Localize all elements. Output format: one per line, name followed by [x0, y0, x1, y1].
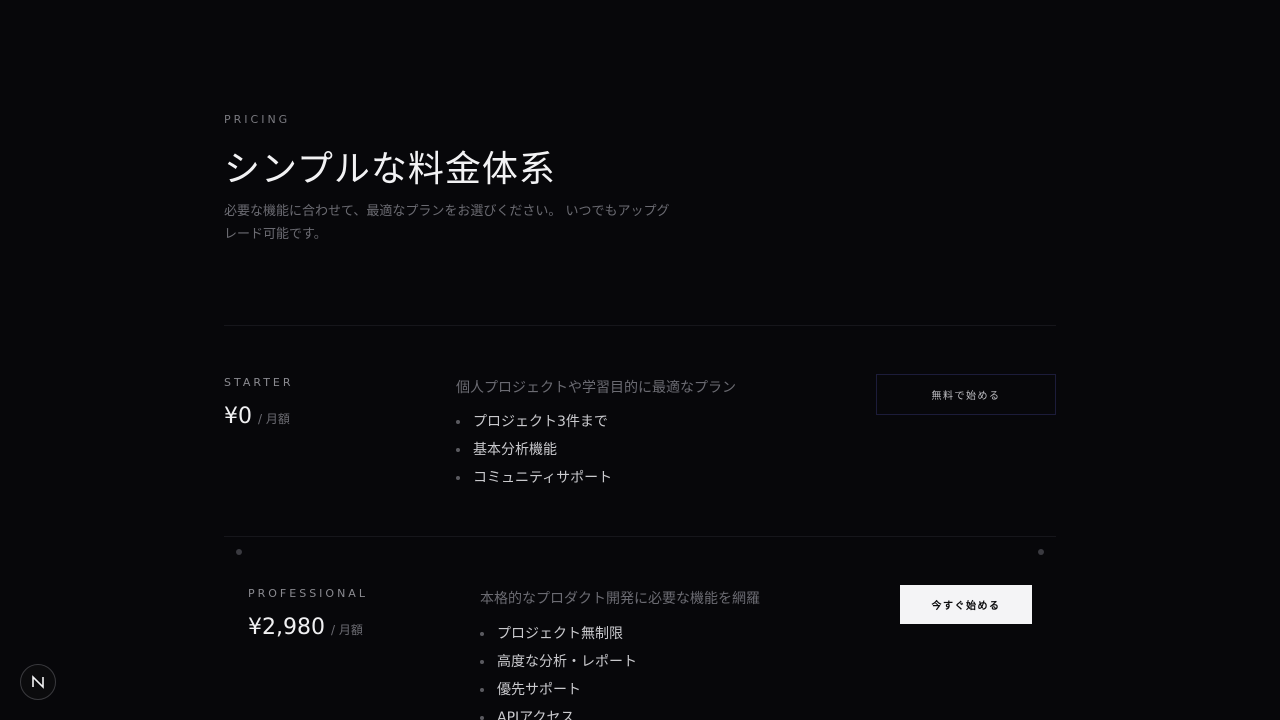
feature-label: 高度な分析・レポート: [497, 654, 637, 670]
plan-description: 本格的なプロダクト開発に必要な機能を網羅: [480, 591, 760, 607]
plan-price: ¥0 / 月額: [224, 404, 290, 429]
section-eyebrow: PRICING: [224, 113, 291, 126]
feature-list: プロジェクト無制限 高度な分析・レポート 優先サポート APIアクセス: [480, 620, 637, 720]
feature-label: コミュニティサポート: [473, 470, 613, 486]
nextjs-logo-icon: [32, 675, 44, 689]
feature-label: 基本分析機能: [473, 442, 557, 458]
feature-item: プロジェクト3件まで: [456, 408, 612, 436]
corner-dot-icon: [1038, 549, 1044, 555]
feature-label: プロジェクト3件まで: [473, 414, 608, 430]
nextjs-dev-badge[interactable]: [20, 664, 56, 700]
bullet-icon: [456, 420, 460, 424]
price-amount: ¥2,980: [248, 615, 325, 640]
plan-description: 個人プロジェクトや学習目的に最適なプラン: [456, 380, 736, 396]
section-divider: [224, 325, 1056, 326]
price-unit: / 月額: [258, 412, 290, 426]
bullet-icon: [480, 688, 484, 692]
start-free-button[interactable]: 無料で始める: [876, 374, 1056, 415]
page-subtitle: 必要な機能に合わせて、最適なプランをお選びください。 いつでもアップグレード可能…: [224, 204, 670, 242]
plan-name: PROFESSIONAL: [248, 587, 368, 600]
price-unit: / 月額: [330, 623, 363, 637]
start-now-button[interactable]: 今すぐ始める: [900, 585, 1032, 624]
plan-divider: [224, 536, 1056, 537]
bullet-icon: [480, 660, 484, 664]
bullet-icon: [456, 448, 460, 452]
feature-item: プロジェクト無制限: [480, 620, 637, 648]
pricing-page: PRICING シンプルな料金体系 必要な機能に合わせて、最適なプランをお選びく…: [0, 0, 1280, 720]
feature-label: プロジェクト無制限: [497, 626, 623, 642]
bullet-icon: [456, 476, 460, 480]
bullet-icon: [480, 716, 484, 720]
page-title: シンプルな料金体系: [224, 149, 556, 190]
feature-item: コミュニティサポート: [456, 464, 612, 492]
plan-price: ¥2,980 / 月額: [248, 615, 363, 640]
feature-item: 基本分析機能: [456, 436, 612, 464]
feature-label: APIアクセス: [497, 710, 575, 720]
price-amount: ¥0: [224, 404, 252, 429]
feature-item: 優先サポート: [480, 676, 637, 704]
bullet-icon: [480, 632, 484, 636]
plan-name: STARTER: [224, 376, 294, 389]
feature-label: 優先サポート: [497, 682, 581, 698]
corner-dot-icon: [236, 549, 242, 555]
feature-item: 高度な分析・レポート: [480, 648, 637, 676]
feature-list: プロジェクト3件まで 基本分析機能 コミュニティサポート: [456, 408, 612, 492]
feature-item: APIアクセス: [480, 704, 637, 720]
